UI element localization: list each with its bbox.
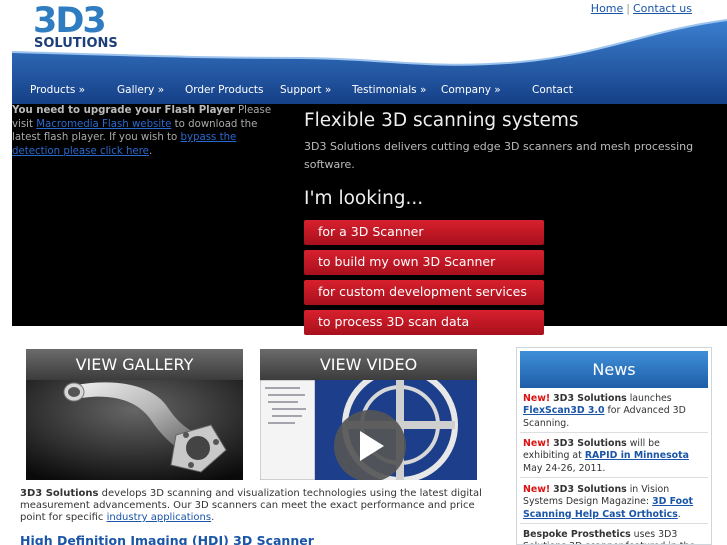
news-divider bbox=[520, 477, 708, 478]
macromedia-flash-link[interactable]: Macromedia Flash website bbox=[36, 119, 171, 130]
video-preview-image bbox=[260, 380, 477, 480]
news-panel: News New! 3D3 Solutions launches FlexSca… bbox=[516, 347, 712, 545]
industry-applications-link[interactable]: industry applications bbox=[107, 512, 212, 523]
nav-company[interactable]: Company » bbox=[441, 80, 501, 100]
news-rapid-link[interactable]: RAPID in Minnesota bbox=[585, 450, 689, 461]
intro-company-name: 3D3 Solutions bbox=[20, 488, 99, 499]
nav-order-products[interactable]: Order Products bbox=[185, 80, 264, 100]
logo-wordmark: 3D3 bbox=[33, 1, 107, 41]
top-links-separator: | bbox=[626, 2, 630, 15]
gallery-pipe-image bbox=[26, 380, 243, 480]
looking-process-scan-data-button[interactable]: to process 3D scan data bbox=[304, 310, 544, 335]
news-item: New! 3D3 Solutions will be exhibiting at… bbox=[523, 438, 707, 475]
nav-contact[interactable]: Contact bbox=[532, 80, 573, 100]
looking-custom-development-button[interactable]: for custom development services bbox=[304, 280, 544, 305]
news-title: News bbox=[520, 351, 708, 388]
news-new-badge: New! bbox=[523, 438, 551, 449]
nav-testimonials[interactable]: Testimonials » bbox=[352, 80, 426, 100]
flash-notice-text: . bbox=[148, 145, 153, 157]
news-text: May 24-26, 2011. bbox=[523, 462, 606, 474]
news-new-badge: New! bbox=[523, 484, 551, 495]
nav-support[interactable]: Support » bbox=[280, 80, 331, 100]
news-divider bbox=[520, 523, 708, 524]
hero-title: Flexible 3D scanning systems bbox=[304, 110, 579, 131]
company-intro: 3D3 Solutions develops 3D scanning and v… bbox=[20, 488, 495, 524]
logo-subtitle: SOLUTIONS bbox=[34, 36, 118, 51]
news-flexscan-link[interactable]: FlexScan3D 3.0 bbox=[523, 405, 605, 416]
flash-notice-heading: You need to upgrade your Flash Player bbox=[12, 105, 235, 116]
looking-3d-scanner-button[interactable]: for a 3D Scanner bbox=[304, 220, 544, 245]
news-item: New! 3D3 Solutions launches FlexScan3D 3… bbox=[523, 393, 707, 430]
hero-looking-heading: I'm looking... bbox=[304, 188, 424, 209]
site-logo[interactable]: 3D3 SOLUTIONS bbox=[33, 4, 121, 52]
intro-text-end: . bbox=[211, 512, 215, 523]
hdi-scanner-heading-link[interactable]: High Definition Imaging (HDI) 3D Scanner bbox=[20, 533, 314, 545]
news-divider bbox=[520, 432, 708, 433]
news-new-badge: New! bbox=[523, 393, 551, 404]
news-item: New! 3D3 Solutions in Vision Systems Des… bbox=[523, 484, 707, 521]
news-company: 3D3 Solutions bbox=[553, 393, 627, 404]
news-text: launches bbox=[626, 393, 672, 404]
contact-us-link[interactable]: Contact us bbox=[633, 2, 692, 15]
news-text: . bbox=[677, 508, 681, 520]
looking-build-scanner-button[interactable]: to build my own 3D Scanner bbox=[304, 250, 544, 275]
news-company: 3D3 Solutions bbox=[553, 484, 627, 495]
news-item: Bespoke Prosthetics uses 3D3 Solutions 3… bbox=[523, 529, 707, 544]
flash-upgrade-notice: You need to upgrade your Flash Player Pl… bbox=[12, 104, 282, 158]
view-video-tile[interactable]: VIEW VIDEO bbox=[260, 349, 477, 480]
view-video-label: VIEW VIDEO bbox=[260, 349, 477, 380]
hero-banner: You need to upgrade your Flash Player Pl… bbox=[12, 104, 727, 335]
view-gallery-label: VIEW GALLERY bbox=[26, 349, 243, 380]
view-gallery-tile[interactable]: VIEW GALLERY bbox=[26, 349, 243, 480]
site-header: 3D3 SOLUTIONS Home | Contact us Products »… bbox=[0, 0, 727, 105]
home-link[interactable]: Home bbox=[591, 2, 623, 15]
nav-gallery[interactable]: Gallery » bbox=[117, 80, 164, 100]
top-links: Home | Contact us bbox=[591, 2, 692, 15]
nav-products[interactable]: Products » bbox=[30, 80, 85, 100]
main-navigation: Products » Gallery » Order Products Supp… bbox=[12, 80, 727, 102]
news-company: Bespoke Prosthetics bbox=[523, 529, 631, 540]
hero-description: 3D3 Solutions delivers cutting edge 3D s… bbox=[304, 140, 694, 171]
news-company: 3D3 Solutions bbox=[553, 438, 627, 449]
